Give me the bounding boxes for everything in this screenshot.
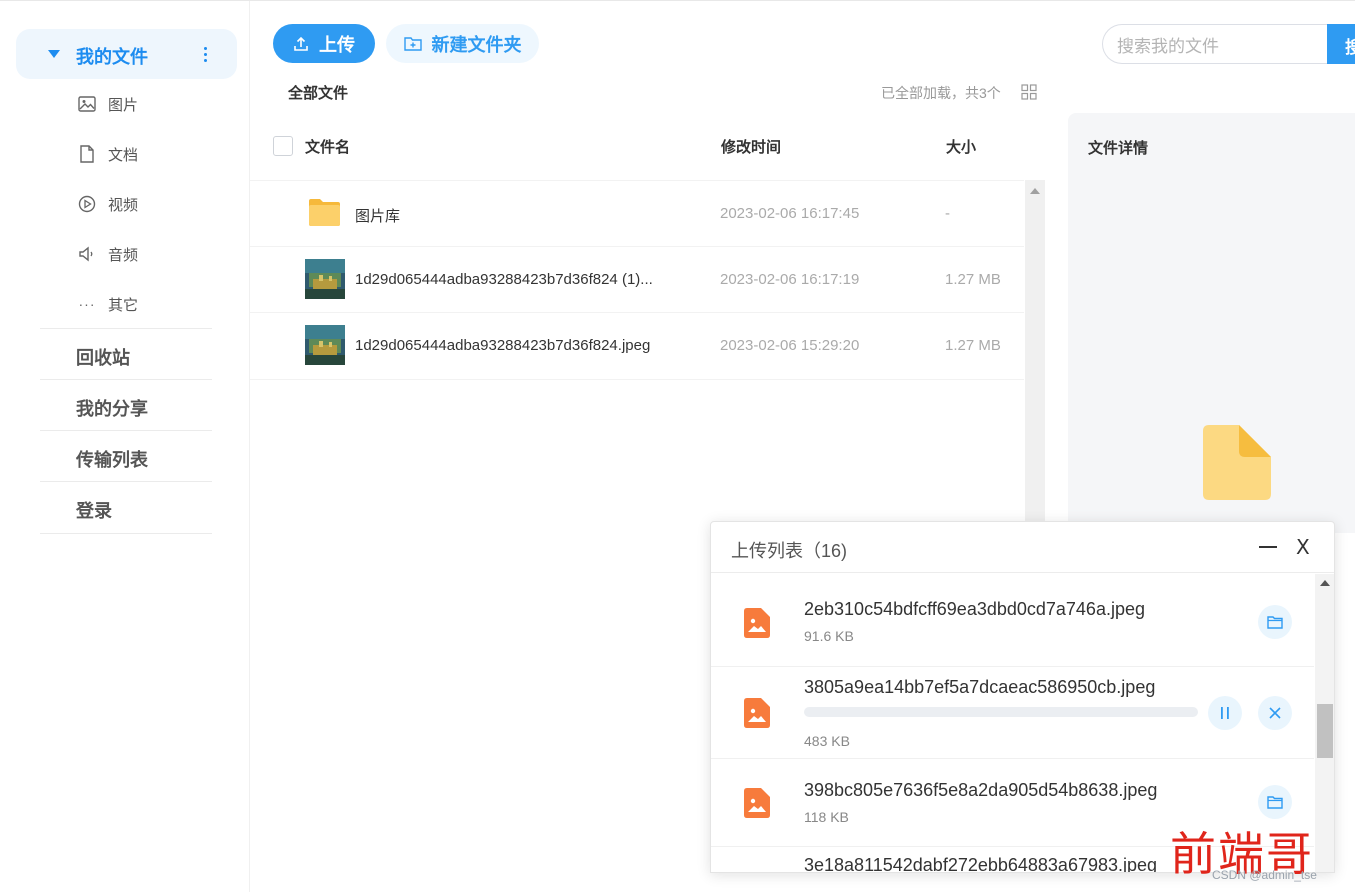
sidebar-item-my-shares[interactable]: 我的分享 [40, 379, 212, 430]
new-folder-button-label: 新建文件夹 [431, 34, 522, 55]
sidebar-item-recycle-bin[interactable]: 回收站 [40, 328, 212, 379]
close-icon [1269, 707, 1281, 719]
sidebar-item-videos[interactable]: 视频 [78, 192, 138, 216]
sidebar-item-other[interactable]: ··· 其它 [78, 292, 139, 316]
file-modified: 2023-02-06 16:17:45 [720, 205, 860, 222]
sidebar-item-my-files[interactable]: 我的文件 [16, 29, 237, 79]
more-icon: ··· [78, 296, 96, 312]
select-all-checkbox[interactable] [273, 136, 293, 156]
file-name[interactable]: 1d29d065444adba93288423b7d36f824 (1)... [355, 271, 653, 288]
upload-item: 2eb310c54bdfcff69ea3dbd0cd7a746a.jpeg 91… [711, 574, 1314, 667]
upload-file-name: 3e18a811542dabf272ebb64883a67983.jpeg [804, 855, 1158, 873]
image-icon [78, 95, 96, 113]
minimize-icon[interactable] [1259, 546, 1277, 548]
image-file-icon [744, 608, 770, 638]
scrollbar-thumb[interactable] [1317, 704, 1333, 758]
file-name[interactable]: 1d29d065444adba93288423b7d36f824.jpeg [355, 337, 650, 354]
search-input[interactable]: 搜索我的文件 [1102, 24, 1328, 64]
divider [40, 533, 212, 534]
grid-view-icon[interactable] [1021, 84, 1037, 100]
column-header-size[interactable]: 大小 [946, 136, 976, 157]
upload-list-scrollbar[interactable] [1315, 574, 1334, 872]
table-row[interactable]: 图片库 2023-02-06 16:17:45 - [250, 180, 1024, 246]
upload-button-label: 上传 [319, 34, 355, 55]
divider [250, 379, 1024, 380]
sidebar-item-label: 回收站 [76, 348, 130, 368]
popup-title: 上传列表（16) [731, 541, 848, 561]
pause-button[interactable] [1208, 696, 1242, 730]
folder-icon [308, 197, 341, 229]
close-icon[interactable]: X [1296, 535, 1310, 559]
scroll-up-arrow-icon[interactable] [1320, 580, 1330, 586]
file-modified: 2023-02-06 15:29:20 [720, 337, 860, 354]
watermark-credit: CSDN @admin_tse [1212, 868, 1317, 882]
caret-down-icon[interactable] [48, 50, 60, 58]
sidebar-item-label: 登录 [76, 501, 112, 521]
sidebar-item-label: 传输列表 [76, 450, 148, 470]
load-status: 已全部加载，共3个 [881, 85, 1001, 101]
file-name[interactable]: 图片库 [355, 205, 400, 226]
search-button[interactable]: 搜 [1327, 24, 1355, 64]
file-size: 1.27 MB [945, 271, 1001, 288]
upload-file-size: 118 KB [804, 809, 849, 825]
sidebar-item-login[interactable]: 登录 [40, 481, 212, 532]
upload-icon [293, 36, 309, 52]
scroll-up-arrow-icon[interactable] [1030, 188, 1040, 194]
upload-file-size: 483 KB [804, 733, 850, 749]
file-size: 1.27 MB [945, 337, 1001, 354]
folder-icon [1267, 796, 1283, 809]
upload-file-name: 2eb310c54bdfcff69ea3dbd0cd7a746a.jpeg [804, 599, 1145, 619]
sidebar-item-label: 文档 [108, 146, 139, 164]
image-thumbnail [305, 325, 345, 365]
image-file-icon [744, 698, 770, 728]
column-header-name[interactable]: 文件名 [305, 136, 350, 157]
file-detail-panel: 文件详情 [1068, 113, 1355, 533]
sidebar-item-transfer-list[interactable]: 传输列表 [40, 430, 212, 481]
file-list-scrollbar[interactable] [1025, 180, 1045, 522]
sidebar-item-audio[interactable]: 音频 [78, 242, 138, 266]
video-icon [78, 195, 96, 213]
breadcrumb[interactable]: 全部文件 [288, 82, 348, 103]
pause-icon [1221, 707, 1229, 719]
upload-button[interactable]: 上传 [273, 24, 375, 63]
audio-icon [78, 245, 96, 263]
column-header-modified[interactable]: 修改时间 [721, 136, 781, 157]
table-row[interactable]: 1d29d065444adba93288423b7d36f824.jpeg 20… [250, 312, 1024, 378]
file-modified: 2023-02-06 16:17:19 [720, 271, 860, 288]
search-placeholder: 搜索我的文件 [1117, 36, 1219, 56]
upload-file-size: 91.6 KB [804, 628, 854, 644]
sidebar-item-label: 其它 [108, 296, 139, 314]
new-folder-button[interactable]: 新建文件夹 [386, 24, 539, 63]
sidebar-item-label: 图片 [108, 96, 139, 114]
upload-progress-bar [804, 707, 1198, 717]
image-thumbnail [305, 259, 345, 299]
file-size: - [945, 205, 950, 222]
sidebar-item-documents[interactable]: 文档 [78, 142, 138, 166]
open-folder-button[interactable] [1258, 785, 1292, 819]
upload-file-name: 398bc805e7636f5e8a2da905d54b8638.jpeg [804, 780, 1158, 800]
upload-item: 3805a9ea14bb7ef5a7dcaeac586950cb.jpeg 48… [711, 667, 1314, 759]
sidebar-item-label: 我的分享 [76, 399, 148, 419]
folder-add-icon [403, 36, 422, 52]
search-button-label: 搜 [1345, 38, 1355, 57]
upload-file-name: 3805a9ea14bb7ef5a7dcaeac586950cb.jpeg [804, 677, 1156, 697]
file-placeholder-icon [1203, 425, 1271, 500]
detail-title: 文件详情 [1088, 140, 1149, 157]
sidebar-item-label: 音频 [108, 246, 139, 264]
document-icon [78, 145, 96, 163]
sidebar-item-label: 我的文件 [76, 47, 148, 67]
folder-icon [1267, 616, 1283, 629]
more-vertical-icon[interactable] [196, 41, 214, 67]
image-file-icon [744, 788, 770, 818]
sidebar-item-images[interactable]: 图片 [78, 92, 138, 116]
cancel-upload-button[interactable] [1258, 696, 1292, 730]
popup-header: 上传列表（16) X [711, 522, 1334, 573]
sidebar: 我的文件 图片 文档 视频 音频 ··· 其它 回收站 我的分享 传输列表 登录 [0, 1, 250, 892]
sidebar-item-label: 视频 [108, 196, 139, 214]
open-folder-button[interactable] [1258, 605, 1292, 639]
table-row[interactable]: 1d29d065444adba93288423b7d36f824 (1)... … [250, 246, 1024, 312]
